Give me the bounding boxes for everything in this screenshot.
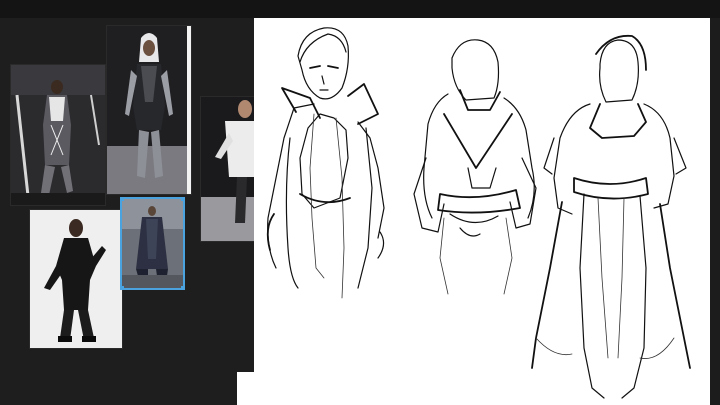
- photo-icon: [201, 97, 255, 241]
- reference-image-runway-white-harness[interactable]: [10, 64, 106, 206]
- photo-icon: [107, 26, 191, 194]
- reference-image-runway-white-top[interactable]: [200, 96, 256, 242]
- drawing-canvas[interactable]: [254, 18, 710, 405]
- photo-icon: [11, 65, 105, 205]
- right-gutter: [710, 18, 720, 405]
- resize-handle-top-left[interactable]: [122, 199, 124, 201]
- photo-icon: [30, 210, 122, 348]
- reference-board[interactable]: [0, 18, 256, 405]
- resize-handle-top-right[interactable]: [181, 199, 183, 201]
- figure-left-collar-jacket: [266, 27, 385, 299]
- reference-image-studio-black-jumpsuit[interactable]: [29, 209, 123, 349]
- photo-icon: [122, 199, 183, 288]
- resize-handle-bottom-right[interactable]: [181, 286, 183, 288]
- sketch-layer: [266, 27, 691, 399]
- design-workspace: [0, 0, 720, 405]
- reference-image-runway-dark-coat[interactable]: [120, 197, 185, 290]
- resize-handle-bottom-left[interactable]: [122, 286, 124, 288]
- figure-middle-hood-tunic: [413, 39, 537, 295]
- figure-right-long-cloak: [531, 34, 691, 399]
- reference-image-runway-silver-hair[interactable]: [106, 25, 192, 195]
- top-bar: [0, 0, 720, 18]
- canvas-edge: [237, 372, 254, 405]
